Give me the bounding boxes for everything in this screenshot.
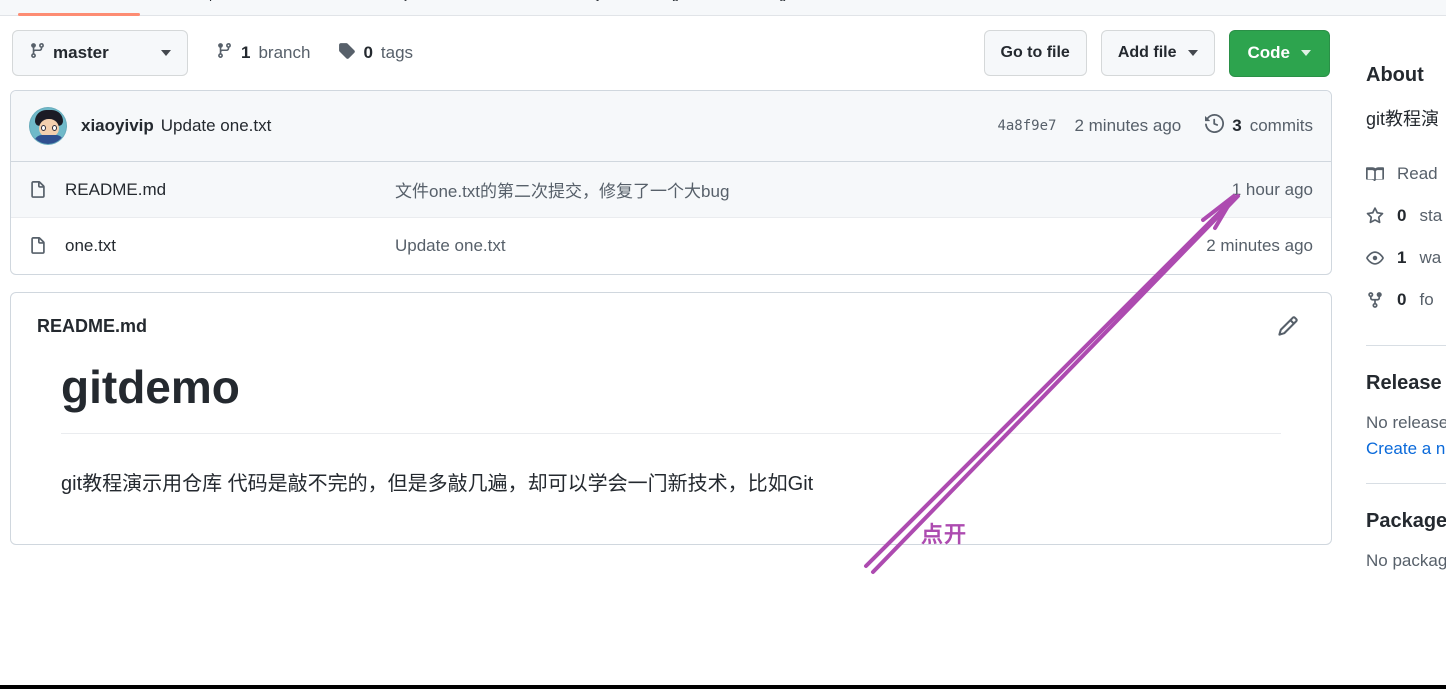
sidebar-item-readme[interactable]: Read	[1366, 153, 1446, 195]
add-file-button[interactable]: Add file	[1100, 30, 1215, 76]
book-icon	[1366, 165, 1384, 183]
readme-content: gitdemo git教程演示用仓库 代码是敲不完的，但是多敲几遍，却可以学会一…	[11, 343, 1331, 544]
github-repository-page: Code Issues Pull requests Actions Projec…	[0, 0, 1446, 689]
repo-nav-tabstrip: Code Issues Pull requests Actions Projec…	[0, 0, 1446, 16]
about-heading: About	[1366, 64, 1424, 86]
branch-selector-button[interactable]: master	[12, 30, 188, 76]
fork-icon	[1366, 291, 1384, 309]
history-icon	[1205, 113, 1225, 138]
branch-name-label: master	[53, 43, 109, 62]
releases-heading: Release	[1366, 372, 1442, 394]
file-relative-time: 2 minutes ago	[1206, 236, 1313, 255]
sidebar-watchers-label: wa	[1419, 248, 1442, 267]
readme-paragraph: git教程演示用仓库 代码是敲不完的，但是多敲几遍，却可以学会一门新技术，比如G…	[61, 472, 814, 495]
readme-header: README.md	[11, 293, 1331, 343]
file-commit-message[interactable]: 文件one.txt的第二次提交，修复了一个大bug	[395, 177, 1232, 202]
repo-nav-tab-label: Issues	[81, 0, 119, 1]
pencil-icon[interactable]	[1277, 315, 1305, 337]
sidebar-item-forks[interactable]: 0 fo	[1366, 279, 1446, 321]
commit-meta-group: 4a8f9e7 2 minutes ago 3 commits	[997, 113, 1313, 138]
table-row[interactable]: one.txt Update one.txt 2 minutes ago	[11, 218, 1331, 274]
viewport-bottom-edge	[0, 685, 1446, 689]
tag-count-label: tags	[380, 43, 414, 62]
repo-nav-tab-label: Insights	[652, 0, 697, 1]
readme-filename: README.md	[37, 315, 148, 336]
file-name-link[interactable]: README.md	[65, 180, 395, 200]
tag-count-link[interactable]: 0 tags	[338, 42, 413, 64]
tag-icon	[338, 42, 356, 64]
packages-empty-text: No packag	[1366, 551, 1446, 570]
file-name-link[interactable]: one.txt	[65, 236, 395, 256]
add-file-label: Add file	[1117, 44, 1177, 61]
sidebar-forks-label: fo	[1419, 290, 1434, 309]
branch-count-value: 1	[241, 43, 251, 62]
create-release-link[interactable]: Create a n	[1366, 439, 1446, 459]
chevron-down-icon	[1187, 50, 1198, 56]
code-button[interactable]: Code	[1228, 29, 1330, 77]
go-to-file-button[interactable]: Go to file	[983, 30, 1087, 76]
eye-icon	[1366, 249, 1384, 267]
avatar[interactable]	[29, 107, 67, 145]
commit-relative-time: 2 minutes ago	[1074, 116, 1182, 135]
file-listing-box: xiaoyivip Update one.txt 4a8f9e7 2 minut…	[10, 90, 1332, 275]
readme-heading: gitdemo	[61, 359, 1281, 434]
packages-heading: Package	[1366, 510, 1446, 532]
avatar-eye-right	[52, 125, 57, 131]
chevron-down-icon	[1301, 50, 1311, 56]
repo-nav-tab-label: Pull requests	[168, 0, 243, 1]
file-icon	[29, 180, 47, 199]
sidebar-item-stars[interactable]: 0 sta	[1366, 195, 1446, 237]
file-commit-message[interactable]: Update one.txt	[395, 236, 1206, 256]
table-row[interactable]: README.md 文件one.txt的第二次提交，修复了一个大bug 1 ho…	[11, 162, 1331, 218]
sidebar-divider	[1366, 345, 1446, 346]
repository-sidebar: About git教程演 Read 0 sta 1 wa 0 fo Releas…	[1366, 16, 1446, 577]
code-label: Code	[1247, 43, 1291, 62]
commit-author-link[interactable]: xiaoyivip	[81, 116, 154, 136]
sidebar-readme-label: Read	[1397, 164, 1438, 183]
sidebar-divider	[1366, 483, 1446, 484]
commit-count-label: commits	[1249, 116, 1313, 135]
git-branch-icon	[216, 42, 233, 64]
about-description: git教程演	[1366, 109, 1440, 129]
commit-history-link[interactable]: 3 commits	[1205, 113, 1313, 138]
commit-message-link[interactable]: Update one.txt	[161, 116, 272, 136]
repo-nav-tab-label: Security	[555, 0, 602, 1]
repo-nav-tab-label: Wiki	[481, 0, 506, 1]
sidebar-stars-label: sta	[1419, 206, 1443, 225]
go-to-file-label: Go to file	[1000, 44, 1070, 61]
readme-box: README.md gitdemo git教程演示用仓库 代码是敲不完的，但是多…	[10, 292, 1332, 545]
repo-actions-row: master 1 branch 0 tags Go to file Add fi…	[10, 16, 1332, 90]
repo-nav-tab-label: Code	[0, 0, 31, 1]
sidebar-watchers-count: 1	[1397, 248, 1407, 267]
repository-main-column: master 1 branch 0 tags Go to file Add fi…	[10, 16, 1332, 545]
file-relative-time: 1 hour ago	[1231, 179, 1313, 199]
commit-sha-link[interactable]: 4a8f9e7	[997, 118, 1056, 134]
releases-empty-text: No release	[1366, 413, 1446, 432]
commit-count-value: 3	[1232, 116, 1242, 135]
star-icon	[1366, 207, 1384, 225]
repo-nav-tab-label: Projects	[384, 0, 431, 1]
sidebar-forks-count: 0	[1397, 290, 1407, 309]
latest-commit-bar: xiaoyivip Update one.txt 4a8f9e7 2 minut…	[11, 91, 1331, 162]
sidebar-stars-count: 0	[1397, 206, 1407, 225]
git-branch-icon	[29, 42, 46, 64]
branch-count-link[interactable]: 1 branch	[216, 42, 310, 64]
annotation-label: 点开	[921, 522, 968, 547]
repo-nav-tab-label: Settings	[746, 0, 793, 1]
chevron-down-icon	[161, 50, 171, 56]
avatar-eye-left	[41, 125, 46, 131]
branch-count-label: branch	[258, 43, 311, 62]
repo-nav-tab-labels: Code Issues Pull requests Actions Projec…	[0, 0, 1446, 1]
sidebar-item-watchers[interactable]: 1 wa	[1366, 237, 1446, 279]
avatar-body	[34, 135, 64, 144]
tag-count-value: 0	[363, 43, 373, 62]
file-icon	[29, 237, 47, 255]
repo-nav-tab-label: Actions	[292, 0, 335, 1]
